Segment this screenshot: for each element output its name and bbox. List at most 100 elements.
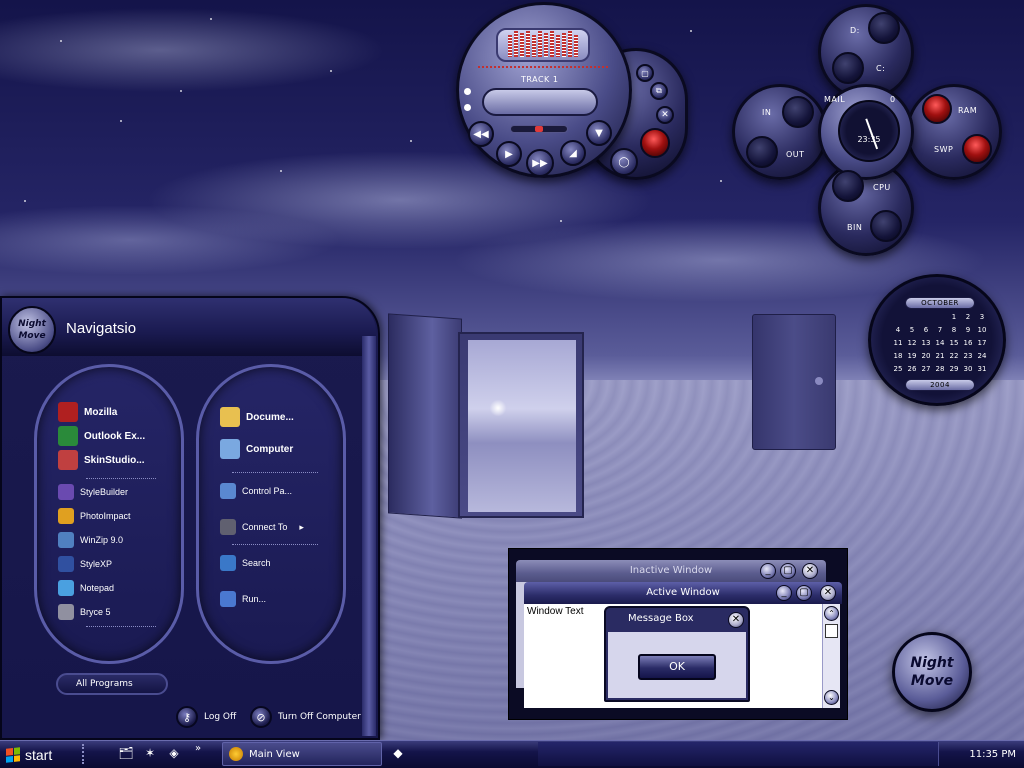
calendar-blank (905, 311, 919, 323)
logo-text: Night (910, 655, 954, 671)
scroll-thumb[interactable] (825, 624, 838, 638)
start-menu-item-label: SkinStudio... (84, 454, 145, 466)
start-menu-item[interactable]: SkinStudio... (58, 450, 145, 470)
inactive-window-titlebar[interactable]: Inactive Window _ ▢ ✕ (516, 560, 826, 582)
calendar-day[interactable]: 31 (975, 363, 989, 375)
calendar-day[interactable]: 24 (975, 350, 989, 362)
message-box-close-button[interactable]: ✕ (728, 612, 744, 628)
turn-off-button[interactable]: ⊘ Turn Off Computer (250, 706, 361, 728)
start-menu-item[interactable]: Search (220, 554, 271, 572)
calendar-day[interactable]: 2 (961, 311, 975, 323)
start-menu-item[interactable]: Mozilla (58, 402, 118, 422)
calendar-day[interactable]: 20 (919, 350, 933, 362)
minimize-button[interactable]: _ (760, 563, 776, 579)
calendar-day[interactable]: 30 (961, 363, 975, 375)
restore-button[interactable]: ▢ (636, 64, 654, 82)
calendar-day[interactable]: 5 (905, 324, 919, 336)
taskbar-task-main-view[interactable]: Main View (222, 742, 382, 766)
calendar-day[interactable]: 7 (933, 324, 947, 336)
start-button[interactable]: start (0, 741, 78, 768)
ok-button[interactable]: OK (638, 654, 716, 680)
eject-button[interactable]: ▼ (586, 120, 612, 146)
start-menu-item[interactable]: PhotoImpact (58, 507, 131, 525)
calendar-day[interactable]: 4 (891, 324, 905, 336)
rewind-button[interactable]: ◀◀ (468, 121, 494, 147)
scroll-up-button[interactable]: ⌃ (824, 606, 839, 621)
all-programs-button[interactable]: All Programs (56, 673, 168, 695)
mail-count: 0 (890, 95, 896, 104)
calendar-day[interactable]: 1 (947, 311, 961, 323)
network-out-meter (746, 136, 778, 168)
calendar-day[interactable]: 15 (947, 337, 961, 349)
chevron-right-icon[interactable]: » (190, 741, 206, 757)
inactive-window-title: Inactive Window (629, 565, 713, 576)
start-menu-item[interactable]: Notepad (58, 579, 114, 597)
bryce-icon (58, 604, 74, 620)
calendar-day[interactable]: 17 (975, 337, 989, 349)
calendar-day[interactable]: 12 (905, 337, 919, 349)
minimize-button[interactable]: _ (776, 585, 792, 601)
fast-forward-button[interactable]: ▶▶ (526, 149, 554, 177)
start-menu-item[interactable]: Bryce 5 (58, 603, 111, 621)
close-button[interactable]: ✕ (802, 563, 818, 579)
start-menu-item[interactable]: Control Pa... (220, 482, 292, 500)
start-menu-item[interactable]: Computer (220, 439, 293, 459)
maximize-button[interactable]: ▢ (796, 585, 812, 601)
start-menu-item[interactable]: Connect To ▸ (220, 518, 304, 536)
calendar-day[interactable]: 28 (933, 363, 947, 375)
scroll-down-button[interactable]: ⌄ (824, 690, 839, 705)
start-menu-item[interactable]: Outlook Ex... (58, 426, 145, 446)
rewind-icon: ◀◀ (473, 128, 489, 140)
start-menu-item[interactable]: Run... (220, 590, 266, 608)
maximize-button[interactable]: ▢ (780, 563, 796, 579)
record-button[interactable] (640, 128, 670, 158)
calendar-day[interactable]: 9 (961, 324, 975, 336)
close-button[interactable]: ✕ (820, 585, 836, 601)
minimize-button[interactable]: ⧉ (650, 82, 668, 100)
app-icon[interactable]: ◆ (390, 745, 406, 761)
calendar-day[interactable]: 19 (905, 350, 919, 362)
tray-clock[interactable]: 11:35 PM (969, 749, 1016, 760)
calendar-day[interactable]: 8 (947, 324, 961, 336)
seek-slider[interactable] (510, 125, 568, 133)
recycle-bin-meter (870, 210, 902, 242)
start-menu-item[interactable]: StyleBuilder (58, 483, 128, 501)
calendar-day[interactable]: 25 (891, 363, 905, 375)
stop-button[interactable]: ◢ (560, 140, 586, 166)
vertical-scrollbar[interactable]: ⌃ ⌄ (822, 604, 840, 708)
user-avatar[interactable]: Night Move (8, 306, 56, 354)
calendar-day[interactable]: 13 (919, 337, 933, 349)
play-button[interactable]: ▶ (496, 141, 522, 167)
active-window-titlebar[interactable]: Active Window _ ▢ ✕ (524, 582, 842, 604)
calendar-day[interactable]: 21 (933, 350, 947, 362)
start-menu-item[interactable]: WinZip 9.0 (58, 531, 123, 549)
cpu-meter (832, 170, 864, 202)
close-player-button[interactable]: ✕ (656, 106, 674, 124)
browser-icon[interactable]: ◈ (166, 745, 182, 761)
calendar-day[interactable]: 26 (905, 363, 919, 375)
indicator-dot (464, 88, 471, 95)
quick-launch-icon[interactable]: ✶ (142, 745, 158, 761)
calendar-blank (933, 311, 947, 323)
calendar-blank (891, 311, 905, 323)
calendar-day[interactable]: 14 (933, 337, 947, 349)
calendar-day[interactable]: 27 (919, 363, 933, 375)
calendar-day[interactable]: 11 (891, 337, 905, 349)
calendar-day[interactable]: 18 (891, 350, 905, 362)
start-menu-item[interactable]: StyleXP (58, 555, 112, 573)
calendar-day[interactable]: 6 (919, 324, 933, 336)
calendar-day[interactable]: 16 (961, 337, 975, 349)
mozilla-icon (58, 402, 78, 422)
calendar-day[interactable]: 23 (961, 350, 975, 362)
repeat-button[interactable]: ◯ (610, 148, 638, 176)
show-desktop-icon[interactable]: 🗂 (118, 745, 134, 761)
calendar-day[interactable]: 22 (947, 350, 961, 362)
calendar-day[interactable]: 10 (975, 324, 989, 336)
start-menu-item-label: Mozilla (84, 406, 118, 418)
log-off-button[interactable]: ⚷ Log Off (176, 706, 236, 728)
calendar-day[interactable]: 3 (975, 311, 989, 323)
connect-to-icon (220, 519, 236, 535)
separator (86, 626, 156, 627)
calendar-day[interactable]: 29 (947, 363, 961, 375)
start-menu-item[interactable]: Docume... (220, 407, 294, 427)
